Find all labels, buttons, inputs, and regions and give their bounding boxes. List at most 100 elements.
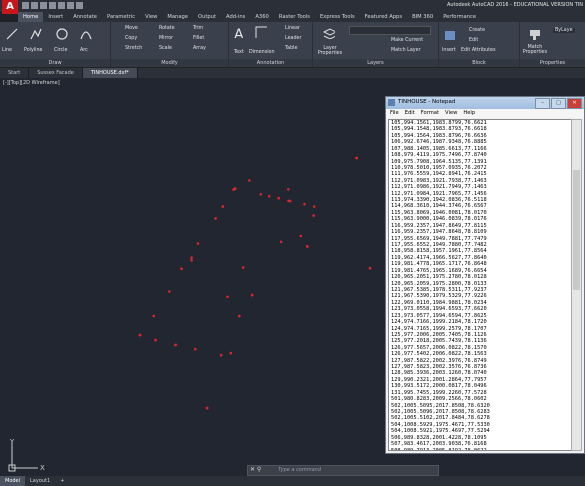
copy-button[interactable]: Copy	[125, 36, 137, 41]
text-button[interactable]: Text	[234, 50, 244, 55]
survey-point[interactable]	[287, 188, 290, 191]
annotation-panel-title[interactable]: Annotation	[229, 59, 312, 67]
close-command-icon[interactable]: ✕ ⚲	[250, 466, 261, 473]
array-button[interactable]: Array	[193, 46, 206, 51]
dimension-icon[interactable]	[255, 26, 267, 38]
fillet-button[interactable]: Fillet	[193, 36, 204, 41]
layers-panel-title[interactable]: Layers	[313, 59, 438, 67]
survey-point[interactable]	[248, 179, 251, 182]
command-input[interactable]: Type a command	[278, 467, 321, 473]
layer-dropdown[interactable]	[349, 26, 431, 35]
print-icon[interactable]	[58, 2, 65, 9]
survey-point[interactable]	[238, 314, 241, 318]
create-button[interactable]: Create	[469, 28, 485, 33]
survey-point[interactable]	[303, 202, 306, 206]
notepad-title-bar[interactable]: TINHOUSE - Notepad – □ ✕	[386, 97, 584, 109]
survey-point[interactable]	[226, 295, 229, 299]
tab-express-tools[interactable]: Express Tools	[315, 12, 360, 22]
make-current-button[interactable]: Make Current	[391, 38, 423, 43]
command-line[interactable]: ✕ ⚲ Type a command	[247, 465, 439, 476]
layer-properties-button[interactable]: Layer Properties	[315, 46, 345, 56]
new-file-icon[interactable]	[22, 2, 29, 9]
survey-point[interactable]	[138, 333, 142, 337]
tab-bim-360[interactable]: BIM 360	[407, 12, 438, 22]
arc-button[interactable]: Arc	[80, 48, 88, 53]
rotate-button[interactable]: Rotate	[159, 26, 175, 31]
survey-point[interactable]	[190, 256, 193, 259]
document-tab[interactable]: TINHOUSE.dxf*	[82, 68, 138, 78]
survey-point[interactable]	[277, 197, 281, 200]
tab-featured-apps[interactable]: Featured Apps	[360, 12, 407, 22]
layout-tab[interactable]: Model	[0, 476, 26, 486]
mirror-button[interactable]: Mirror	[159, 36, 173, 41]
maximize-button[interactable]: □	[551, 98, 566, 109]
menu-view[interactable]: View	[445, 109, 457, 118]
survey-point[interactable]	[152, 314, 155, 318]
tab-raster-tools[interactable]: Raster Tools	[274, 12, 315, 22]
survey-point[interactable]	[168, 290, 171, 293]
document-tab[interactable]: Start	[0, 68, 30, 78]
stretch-button[interactable]: Stretch	[125, 46, 142, 51]
survey-point[interactable]	[190, 259, 193, 262]
circle-button[interactable]: Circle	[54, 48, 67, 53]
tab-manage[interactable]: Manage	[162, 12, 193, 22]
draw-panel-title[interactable]: Draw	[0, 59, 110, 67]
survey-point[interactable]	[241, 266, 245, 269]
layout-tab[interactable]: Layout1	[25, 476, 55, 486]
survey-point[interactable]	[312, 205, 316, 208]
match-properties-button[interactable]: Match Properties	[522, 45, 548, 55]
scrollbar-thumb[interactable]	[573, 170, 580, 290]
leader-button[interactable]: Leader	[285, 36, 301, 41]
survey-point[interactable]	[180, 267, 183, 271]
tab-output[interactable]: Output	[193, 12, 221, 22]
notepad-text-area[interactable]: 105,994.1561,1983.8799,76.6621 105,994.1…	[388, 119, 572, 451]
linear-button[interactable]: Linear	[285, 26, 300, 31]
text-icon[interactable]: A	[232, 26, 244, 38]
edit-attributes-button[interactable]: Edit Attributes	[461, 48, 496, 53]
notepad-window[interactable]: TINHOUSE - Notepad – □ ✕ File Edit Format V…	[385, 96, 585, 454]
survey-point[interactable]	[250, 293, 254, 297]
save-icon[interactable]	[40, 2, 47, 9]
match-layer-button[interactable]: Match Layer	[391, 48, 421, 53]
trim-button[interactable]: Trim	[193, 26, 203, 31]
polyline-button[interactable]: Polyline	[24, 48, 43, 53]
polyline-icon[interactable]	[30, 28, 42, 40]
survey-point[interactable]	[355, 156, 358, 160]
arc-icon[interactable]	[80, 28, 92, 40]
layer-properties-icon[interactable]	[323, 27, 335, 39]
close-button[interactable]: ✕	[567, 98, 582, 109]
notepad-scrollbar[interactable]	[571, 119, 582, 451]
color-dropdown[interactable]: ByLaye	[553, 28, 575, 33]
tab-performance[interactable]: Performance	[438, 12, 481, 22]
minimize-button[interactable]: –	[535, 98, 550, 109]
survey-point[interactable]	[279, 240, 283, 244]
tab-view[interactable]: View	[140, 12, 162, 22]
match-properties-icon[interactable]	[528, 28, 540, 40]
edit-button[interactable]: Edit	[469, 38, 478, 43]
document-tab[interactable]: Sussex Facade	[29, 68, 83, 78]
tab-annotate[interactable]: Annotate	[68, 12, 102, 22]
insert-button[interactable]: Insert	[442, 48, 456, 53]
block-panel-title[interactable]: Block	[439, 59, 519, 67]
autocad-logo-icon[interactable]: A	[2, 0, 18, 14]
menu-file[interactable]: File	[390, 109, 399, 118]
circle-icon[interactable]	[56, 28, 68, 40]
survey-point[interactable]	[368, 267, 372, 270]
tab-insert[interactable]: Insert	[43, 12, 68, 22]
tab-home[interactable]: Home	[18, 12, 44, 22]
tab-a360[interactable]: A360	[250, 12, 273, 22]
tab-parametric[interactable]: Parametric	[102, 12, 140, 22]
survey-point[interactable]	[205, 406, 209, 410]
survey-point[interactable]	[221, 205, 225, 208]
survey-point[interactable]	[306, 245, 309, 248]
layout-tab[interactable]: +	[55, 476, 69, 486]
insert-icon[interactable]	[443, 28, 455, 40]
dimension-button[interactable]: Dimension	[249, 50, 275, 55]
save-as-icon[interactable]	[49, 2, 56, 9]
undo-icon[interactable]	[67, 2, 74, 9]
modify-panel-title[interactable]: Modify	[111, 59, 228, 67]
survey-point[interactable]	[299, 234, 303, 238]
survey-point[interactable]	[259, 193, 263, 196]
properties-panel-title[interactable]: Properties	[520, 59, 585, 67]
scale-button[interactable]: Scale	[159, 46, 172, 51]
